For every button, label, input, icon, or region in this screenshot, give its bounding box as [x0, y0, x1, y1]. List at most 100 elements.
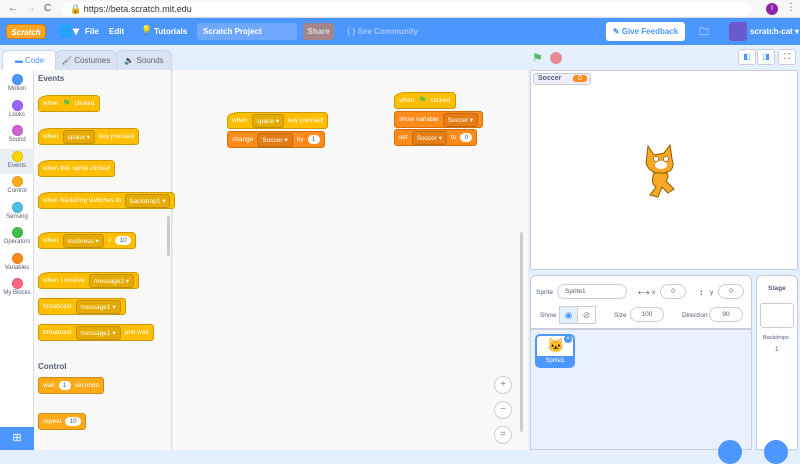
palette-block[interactable]: repeat 10: [38, 413, 86, 430]
brush-icon: 🖌: [61, 56, 75, 65]
project-title-input[interactable]: Scratch Project: [197, 23, 297, 40]
x-input[interactable]: 0: [660, 284, 686, 299]
stage-thumbnail[interactable]: [760, 303, 794, 328]
block-dropdown[interactable]: backdrop1 ▾: [125, 193, 171, 208]
palette-scrollbar[interactable]: [167, 216, 170, 256]
palette-block[interactable]: when I receive message1 ▾: [38, 272, 139, 289]
block-dropdown[interactable]: space ▾: [251, 113, 284, 128]
block-dropdown[interactable]: message1 ▾: [75, 299, 121, 314]
scratch-logo[interactable]: Scratch: [6, 24, 46, 39]
dropdown-value: message1: [80, 303, 111, 311]
block-dropdown[interactable]: Soccer ▾: [257, 132, 293, 147]
give-feedback-button[interactable]: ✎ Give Feedback: [606, 22, 685, 41]
category-sensing[interactable]: Sensing: [0, 200, 34, 225]
see-community-button[interactable]: { } See Community: [347, 27, 418, 36]
tab-code[interactable]: ▬ Code: [2, 50, 57, 71]
palette-block[interactable]: wait 1 seconds: [38, 377, 104, 394]
address-bar[interactable]: 🔒 https://beta.scratch.mit.edu: [62, 2, 752, 16]
green-flag-button[interactable]: ⚑: [532, 51, 543, 65]
profile-avatar[interactable]: I: [766, 3, 778, 15]
direction-input[interactable]: 90: [709, 307, 743, 322]
block-dropdown[interactable]: loudness ▾: [62, 233, 104, 248]
tab-label: Sounds: [136, 56, 164, 65]
backdrops-count: 1: [775, 346, 779, 353]
palette-block[interactable]: when this sprite clicked: [38, 160, 115, 177]
category-label: Events: [7, 162, 27, 169]
user-avatar[interactable]: [729, 22, 747, 41]
delete-sprite-icon[interactable]: ×: [564, 335, 572, 343]
reload-button[interactable]: C: [44, 3, 51, 14]
zoom-reset-button[interactable]: =: [494, 426, 512, 444]
block-number-input[interactable]: 0: [460, 133, 473, 142]
small-stage-button[interactable]: ◧: [738, 49, 756, 65]
username-menu[interactable]: scratch-cat ▾: [750, 27, 799, 36]
tab-costumes[interactable]: 🖌 Costumes: [55, 50, 117, 70]
tutorials-button[interactable]: Tutorials: [154, 27, 187, 36]
size-input[interactable]: 100: [630, 307, 664, 322]
back-button[interactable]: ←: [8, 3, 18, 14]
fullscreen-button[interactable]: ⛶: [778, 49, 796, 65]
add-extension-button[interactable]: ⊞: [0, 427, 34, 450]
palette-block[interactable]: when backdrop switches to backdrop1 ▾: [38, 192, 176, 209]
block-number-input[interactable]: 10: [65, 417, 81, 426]
file-menu[interactable]: File: [85, 27, 99, 36]
zoom-in-button[interactable]: +: [494, 376, 512, 394]
palette-block[interactable]: when space ▾ key pressed: [38, 128, 140, 145]
category-control[interactable]: Control: [0, 174, 34, 199]
palette-block[interactable]: when ⚑ clicked: [38, 95, 100, 112]
block-number-input[interactable]: 1: [58, 381, 71, 390]
palette-block[interactable]: broadcast message1 ▾: [38, 298, 126, 315]
stage-pane[interactable]: [756, 275, 798, 450]
category-events[interactable]: Events: [0, 148, 34, 174]
category-variables[interactable]: Variables: [0, 251, 34, 276]
block-text: and wait: [124, 329, 149, 336]
menu-icon[interactable]: ⋮: [786, 2, 796, 13]
block-number-input[interactable]: 10: [115, 236, 131, 245]
edit-menu[interactable]: Edit: [109, 27, 124, 36]
script-scrollbar[interactable]: [520, 232, 523, 432]
language-globe-icon[interactable]: 🌐▾: [58, 24, 79, 38]
category-dot-icon: [11, 227, 23, 238]
block-dropdown[interactable]: Soccer ▾: [442, 112, 479, 127]
block-dropdown[interactable]: space ▾: [62, 129, 95, 144]
forward-button[interactable]: →: [26, 3, 36, 14]
category-operators[interactable]: Operators: [0, 225, 34, 250]
scripts-block[interactable]: set Soccer ▾ to 0: [394, 129, 478, 146]
scratch-cat-sprite[interactable]: [636, 141, 686, 201]
stage-canvas[interactable]: [530, 70, 798, 270]
scripts-block[interactable]: when ⚑ clicked: [394, 92, 456, 109]
zoom-out-button[interactable]: −: [494, 401, 512, 419]
block-dropdown[interactable]: message1 ▾: [75, 325, 121, 340]
block-dropdown[interactable]: message1 ▾: [88, 273, 134, 288]
scripts-block[interactable]: show variable Soccer ▾: [394, 111, 484, 128]
show-hidden-button[interactable]: ⊘: [577, 306, 596, 324]
block-dropdown[interactable]: Soccer ▾: [411, 130, 447, 145]
y-input[interactable]: 0: [718, 284, 744, 299]
large-stage-button[interactable]: ◨: [757, 49, 775, 65]
category-looks[interactable]: Looks: [0, 98, 34, 123]
palette-block[interactable]: when loudness ▾ >10: [38, 232, 136, 249]
y-arrows-icon: ↕: [699, 287, 704, 297]
category-motion[interactable]: Motion: [0, 72, 34, 97]
block-text: by: [296, 136, 304, 143]
stop-button[interactable]: [550, 52, 562, 64]
block-text: change: [232, 136, 254, 143]
variable-monitor-soccer[interactable]: Soccer 0: [533, 73, 591, 85]
choose-sprite-button[interactable]: [718, 440, 742, 464]
block-text: set: [399, 134, 408, 141]
scripts-block[interactable]: when space ▾ key pressed: [227, 112, 329, 129]
block-text: broadcast: [43, 303, 72, 310]
palette-block[interactable]: broadcast message1 ▾ and wait: [38, 324, 154, 341]
category-sound[interactable]: Sound: [0, 123, 34, 148]
category-label: Operators: [3, 239, 31, 245]
tab-label: Costumes: [74, 56, 111, 65]
share-button[interactable]: Share: [303, 23, 334, 40]
scripts-block[interactable]: change Soccer ▾ by 1: [227, 131, 325, 148]
sprite-name-input[interactable]: Sprite1: [557, 284, 627, 299]
block-number-input[interactable]: 1: [307, 135, 320, 144]
folder-icon[interactable]: 🗀: [699, 25, 709, 42]
choose-backdrop-button[interactable]: [764, 440, 788, 464]
show-visible-button[interactable]: ◉: [559, 306, 578, 324]
tab-sounds[interactable]: 🔈 Sounds: [116, 50, 172, 70]
category-my-blocks[interactable]: My Blocks: [0, 276, 34, 301]
